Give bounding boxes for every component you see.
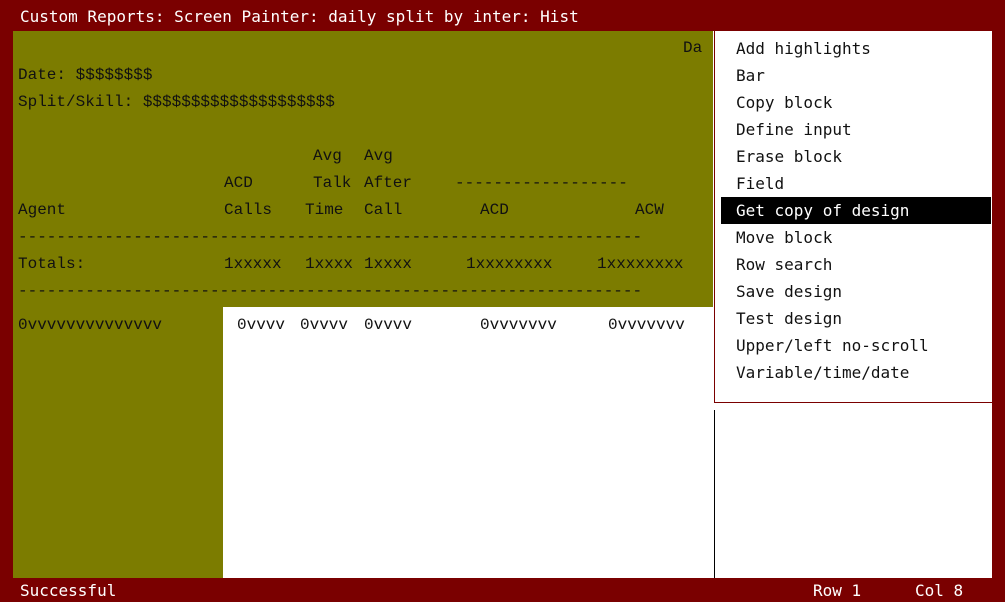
menu-item-upper-left-no-scroll[interactable]: Upper/left no-scroll — [721, 332, 991, 359]
row-agent-field: 0vvvvvvvvvvvvvv — [18, 316, 163, 334]
totals-separator: ----------------------------------------… — [18, 282, 643, 300]
status-bar: Successful Row 1 Col 8 — [0, 578, 1005, 602]
date-line: Date: $$$$$$$$ — [18, 66, 153, 84]
header-date-partial: Da — [683, 39, 703, 57]
screen-painter-window: Custom Reports: Screen Painter: daily sp… — [0, 0, 1005, 602]
agent-column-area — [13, 307, 223, 578]
menu-item-get-copy-of-design[interactable]: Get copy of design — [721, 197, 991, 224]
row-acw-field: 0vvvvvvv — [608, 316, 685, 334]
menu-item-move-block[interactable]: Move block — [721, 224, 991, 251]
col-header-after: After — [364, 174, 413, 192]
menu-item-variable-time-date[interactable]: Variable/time/date — [721, 359, 991, 386]
menu-item-field[interactable]: Field — [721, 170, 991, 197]
totals-acd: 1xxxxxxxx — [466, 255, 553, 273]
row-talk-field: 0vvvv — [300, 316, 349, 334]
status-col: Col 8 — [915, 581, 964, 600]
col-header-calls: Calls — [224, 201, 273, 219]
command-menu: Add highlights Bar Copy block Define inp… — [714, 31, 992, 403]
col-header-talk: Talk — [313, 174, 352, 192]
totals-talk: 1xxxx — [305, 255, 354, 273]
col-header-avg-after: Avg — [364, 147, 393, 165]
right-frame — [992, 0, 1005, 602]
col-header-avg-talk: Avg — [313, 147, 342, 165]
totals-label: Totals: — [18, 255, 86, 273]
data-row-area — [223, 307, 713, 578]
col-header-acd: ACD — [224, 174, 253, 192]
menu-item-bar[interactable]: Bar — [721, 62, 991, 89]
header-separator: ----------------------------------------… — [18, 228, 643, 246]
split-skill-line: Split/Skill: $$$$$$$$$$$$$$$$$$$$ — [18, 93, 335, 111]
screen-edge-line — [714, 410, 715, 578]
menu-item-erase-block[interactable]: Erase block — [721, 143, 991, 170]
left-frame — [0, 0, 13, 602]
col-header-call: Call — [364, 201, 403, 219]
col-header-time: Time — [305, 201, 344, 219]
menu-item-save-design[interactable]: Save design — [721, 278, 991, 305]
col-header-dashes: ------------------ — [455, 174, 628, 192]
menu-item-row-search[interactable]: Row search — [721, 251, 991, 278]
window-title: Custom Reports: Screen Painter: daily sp… — [20, 7, 579, 26]
menu-item-test-design[interactable]: Test design — [721, 305, 991, 332]
col-header-agent: Agent — [18, 201, 67, 219]
totals-after: 1xxxx — [364, 255, 413, 273]
row-acd-field: 0vvvvvvv — [480, 316, 557, 334]
totals-acw: 1xxxxxxxx — [597, 255, 684, 273]
col-header-acw: ACW — [635, 201, 664, 219]
totals-calls: 1xxxxx — [224, 255, 282, 273]
row-calls-field: 0vvvv — [237, 316, 286, 334]
col-header-acd2: ACD — [480, 201, 509, 219]
row-after-field: 0vvvv — [364, 316, 413, 334]
menu-item-add-highlights[interactable]: Add highlights — [721, 35, 991, 62]
menu-item-copy-block[interactable]: Copy block — [721, 89, 991, 116]
status-message: Successful — [20, 581, 117, 600]
menu-item-define-input[interactable]: Define input — [721, 116, 991, 143]
title-bar: Custom Reports: Screen Painter: daily sp… — [0, 0, 1005, 31]
status-row: Row 1 — [813, 581, 862, 600]
